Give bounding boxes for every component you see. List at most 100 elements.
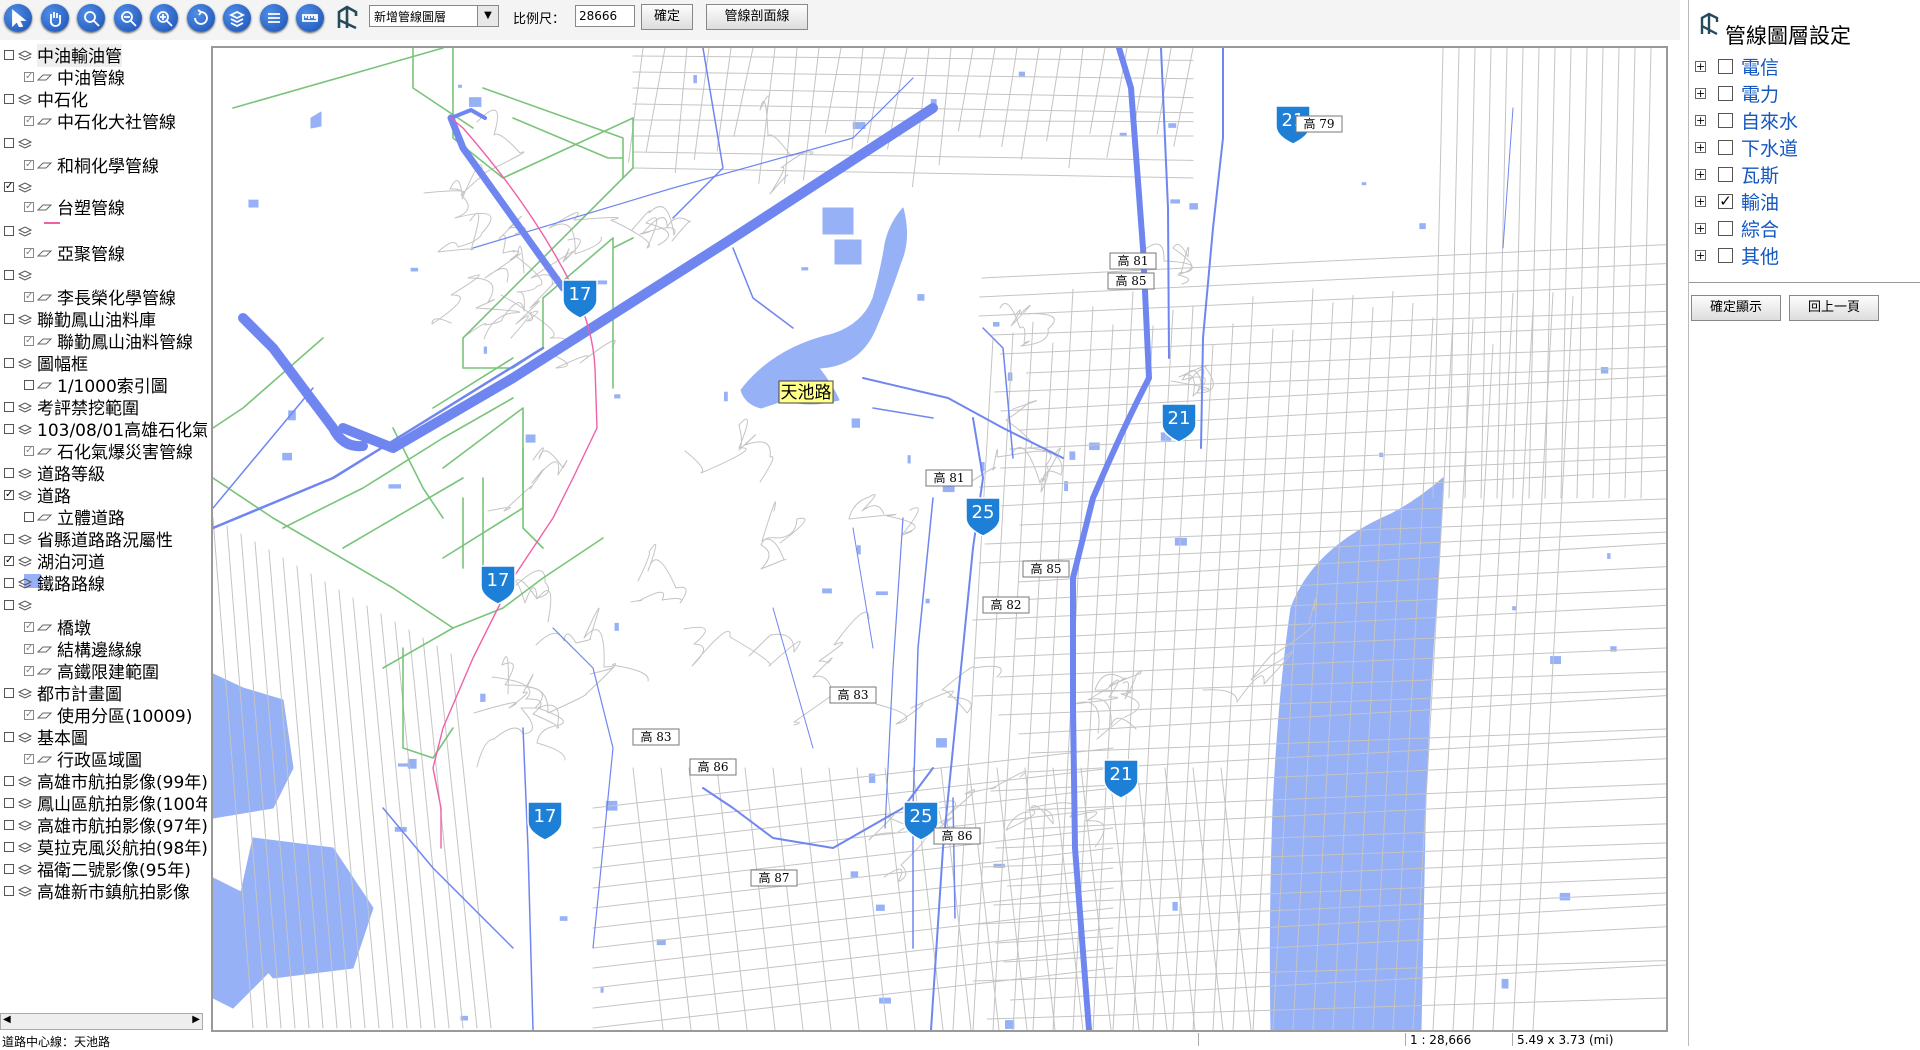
pipe-layer-item[interactable]: +電信: [1695, 54, 1779, 78]
pan-hand-icon[interactable]: [41, 4, 69, 32]
layer-tree-item[interactable]: 基本圖: [4, 726, 88, 747]
layer-checkbox[interactable]: [24, 754, 34, 764]
layer-tree-item[interactable]: 中油輸油管: [4, 44, 122, 65]
layer-tree-item[interactable]: 中石化大社管線: [24, 110, 176, 131]
expand-plus-icon[interactable]: +: [1695, 61, 1706, 72]
layer-select[interactable]: 新增管線圖層 ▼: [369, 5, 499, 27]
layer-tree-item[interactable]: 考評禁挖範圍: [4, 396, 139, 417]
stack-icon[interactable]: [260, 4, 288, 32]
layer-tree-item[interactable]: 聯勤鳳山油料庫: [4, 308, 156, 329]
layer-checkbox[interactable]: [24, 380, 34, 390]
pipe-layer-checkbox[interactable]: [1718, 248, 1733, 263]
layer-tree-item[interactable]: [4, 176, 37, 197]
zoom-out-icon[interactable]: [114, 4, 142, 32]
pipe-profile-button[interactable]: 管線剖面線: [706, 4, 808, 30]
layer-tree-item[interactable]: 高雄市航拍影像(99年): [4, 770, 207, 791]
pipe-layer-item[interactable]: +下水道: [1695, 135, 1798, 159]
layer-tree-item[interactable]: 高雄新市鎮航拍影像: [4, 880, 190, 901]
layer-tree-item[interactable]: 中油管線: [24, 66, 125, 87]
layer-checkbox[interactable]: [4, 578, 14, 588]
layer-tree-item[interactable]: 亞聚管線: [24, 242, 125, 263]
layer-tree-scrollbar[interactable]: ◀ ▶: [0, 1013, 203, 1030]
measure-icon[interactable]: [296, 4, 324, 32]
layer-checkbox[interactable]: [4, 226, 14, 236]
expand-plus-icon[interactable]: +: [1695, 115, 1706, 126]
layer-checkbox[interactable]: [4, 820, 14, 830]
scroll-left-icon[interactable]: ◀: [3, 1014, 11, 1025]
layer-checkbox[interactable]: [4, 402, 14, 412]
layer-checkbox[interactable]: [24, 644, 34, 654]
layer-checkbox[interactable]: [4, 886, 14, 896]
identify-icon[interactable]: [335, 4, 361, 36]
layer-tree-item[interactable]: 和桐化學管線: [24, 154, 159, 175]
layer-tree-item[interactable]: 道路: [4, 484, 71, 505]
layer-tree-item[interactable]: 結構邊緣線: [24, 638, 142, 659]
pipe-layer-item[interactable]: +綜合: [1695, 216, 1779, 240]
layer-tree-item[interactable]: 橋墩: [24, 616, 91, 637]
layer-checkbox[interactable]: [4, 688, 14, 698]
expand-plus-icon[interactable]: +: [1695, 196, 1706, 207]
pipe-layer-checkbox[interactable]: [1718, 140, 1733, 155]
layer-checkbox[interactable]: [4, 314, 14, 324]
layer-checkbox[interactable]: [4, 600, 14, 610]
layer-checkbox[interactable]: [4, 864, 14, 874]
layer-checkbox[interactable]: [4, 468, 14, 478]
scroll-right-icon[interactable]: ▶: [192, 1014, 200, 1025]
layer-checkbox[interactable]: [4, 776, 14, 786]
layer-tree-item[interactable]: 道路等級: [4, 462, 105, 483]
zoom-in-icon[interactable]: [77, 4, 105, 32]
layer-tree-item[interactable]: 省縣道路路況屬性: [4, 528, 173, 549]
pipe-layer-checkbox[interactable]: ✓: [1718, 194, 1733, 209]
layer-checkbox[interactable]: [24, 292, 34, 302]
layer-checkbox[interactable]: [4, 138, 14, 148]
layer-checkbox[interactable]: [4, 534, 14, 544]
layer-tree-item[interactable]: 福衛二號影像(95年): [4, 858, 191, 879]
confirm-display-button[interactable]: 確定顯示: [1691, 295, 1781, 321]
pipe-layer-checkbox[interactable]: [1718, 59, 1733, 74]
layer-tree-item[interactable]: 莫拉克風災航拍(98年): [4, 836, 207, 857]
expand-plus-icon[interactable]: +: [1695, 142, 1706, 153]
layer-checkbox[interactable]: [24, 446, 34, 456]
layer-tree-item[interactable]: [4, 132, 37, 153]
pipe-layer-checkbox[interactable]: [1718, 86, 1733, 101]
layers-icon[interactable]: [223, 4, 251, 32]
zoom-extent-icon[interactable]: [150, 4, 178, 32]
layer-tree-item[interactable]: [4, 264, 37, 285]
layer-checkbox[interactable]: [24, 336, 34, 346]
layer-tree-item[interactable]: 圖幅框: [4, 352, 88, 373]
pipe-layer-item[interactable]: +✓輸油: [1695, 189, 1779, 213]
layer-tree-item[interactable]: 立體道路: [24, 506, 125, 527]
layer-tree-item[interactable]: 石化氣爆災害管線: [24, 440, 193, 461]
layer-tree-item[interactable]: 台塑管線: [24, 196, 125, 217]
pipe-layer-item[interactable]: +自來水: [1695, 108, 1798, 132]
layer-tree-item[interactable]: 聯勤鳳山油料管線: [24, 330, 193, 351]
back-button[interactable]: 回上一頁: [1789, 295, 1879, 321]
layer-tree-item[interactable]: 103/08/01高雄石化氣爆: [4, 418, 207, 439]
expand-plus-icon[interactable]: +: [1695, 88, 1706, 99]
layer-tree-item[interactable]: 鐵路路線: [4, 572, 105, 593]
map-view[interactable]: 天池路1717172121212525高 79高 81高 85高 81高 85高…: [211, 46, 1668, 1032]
expand-plus-icon[interactable]: +: [1695, 169, 1706, 180]
scale-input[interactable]: [575, 5, 635, 27]
layer-checkbox[interactable]: [24, 116, 34, 126]
layer-tree-item[interactable]: 高鐵限建範圍: [24, 660, 159, 681]
layer-checkbox[interactable]: [4, 842, 14, 852]
layer-tree-item[interactable]: 李長榮化學管線: [24, 286, 176, 307]
expand-plus-icon[interactable]: +: [1695, 250, 1706, 261]
pipe-layer-checkbox[interactable]: [1718, 113, 1733, 128]
refresh-icon[interactable]: [187, 4, 215, 32]
pipe-layer-checkbox[interactable]: [1718, 167, 1733, 182]
layer-tree-item[interactable]: 使用分區(10009): [24, 704, 192, 725]
pipe-layer-checkbox[interactable]: [1718, 221, 1733, 236]
layer-checkbox[interactable]: [4, 358, 14, 368]
layer-checkbox[interactable]: [4, 490, 14, 500]
layer-tree-item[interactable]: 高雄市航拍影像(97年): [4, 814, 207, 835]
layer-checkbox[interactable]: [24, 202, 34, 212]
layer-checkbox[interactable]: [24, 248, 34, 258]
layer-tree-item[interactable]: [4, 220, 37, 241]
layer-tree-item[interactable]: 都市計畫圖: [4, 682, 122, 703]
layer-checkbox[interactable]: [4, 182, 14, 192]
layer-checkbox[interactable]: [4, 50, 14, 60]
layer-tree-item[interactable]: 湖泊河道: [4, 550, 105, 571]
layer-checkbox[interactable]: [24, 512, 34, 522]
